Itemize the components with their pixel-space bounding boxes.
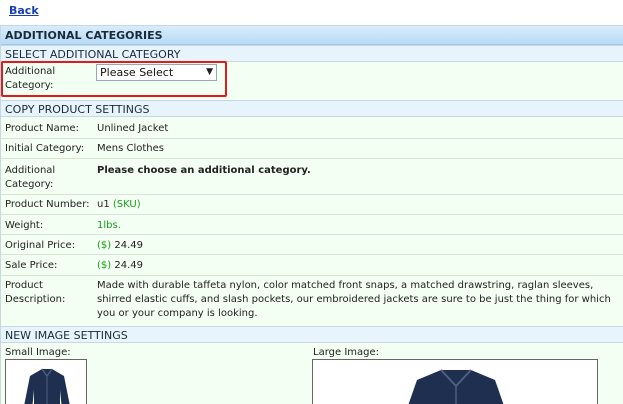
select-value: Please Select bbox=[100, 66, 174, 79]
select-category-header: SELECT ADDITIONAL CATEGORY bbox=[1, 45, 623, 62]
jacket-image bbox=[408, 369, 504, 404]
copy-settings-header-label: COPY PRODUCT SETTINGS bbox=[5, 103, 150, 116]
row-divider bbox=[1, 254, 623, 255]
currency-symbol: ($) bbox=[97, 240, 112, 251]
image-settings-header: NEW IMAGE SETTINGS bbox=[1, 326, 623, 343]
additional-category-copy-value: Please choose an additional category. bbox=[97, 165, 311, 176]
main-panel: ADDITIONAL CATEGORIES SELECT ADDITIONAL … bbox=[0, 25, 623, 404]
product-description-value: Made with durable taffeta nylon, color m… bbox=[97, 280, 611, 319]
small-image-preview[interactable] bbox=[5, 359, 87, 404]
row-divider bbox=[1, 234, 623, 235]
sale-price-label: Sale Price: bbox=[5, 260, 58, 271]
jacket-image bbox=[24, 368, 70, 404]
back-link[interactable]: Back bbox=[9, 4, 39, 17]
currency-symbol: ($) bbox=[97, 260, 112, 271]
page-title-bar: ADDITIONAL CATEGORIES bbox=[1, 26, 623, 45]
top-bar: Back bbox=[0, 0, 623, 25]
product-number-text: u1 bbox=[97, 199, 110, 210]
copy-settings-header: COPY PRODUCT SETTINGS bbox=[1, 100, 623, 117]
sale-price-amount: 24.49 bbox=[114, 260, 143, 271]
row-divider bbox=[1, 275, 623, 276]
large-image-label: Large Image: bbox=[313, 347, 380, 358]
initial-category-label: Initial Category: bbox=[5, 143, 85, 154]
row-divider bbox=[1, 214, 623, 215]
additional-category-select[interactable]: Please Select ▼ bbox=[96, 64, 217, 81]
product-name-label: Product Name: bbox=[5, 123, 80, 134]
additional-category-copy-label: Additional Category: bbox=[5, 165, 56, 190]
product-name-value: Unlined Jacket bbox=[97, 123, 169, 134]
sale-price-value: ($) 24.49 bbox=[97, 259, 143, 273]
product-description-label: Product Description: bbox=[5, 280, 66, 305]
select-category-header-label: SELECT ADDITIONAL CATEGORY bbox=[5, 48, 181, 61]
weight-value: 1lbs. bbox=[97, 220, 121, 231]
small-image-label: Small Image: bbox=[5, 347, 71, 358]
sku-tag: (SKU) bbox=[112, 199, 141, 210]
large-image-preview[interactable] bbox=[312, 359, 598, 404]
weight-label: Weight: bbox=[5, 220, 44, 231]
product-number-label: Product Number: bbox=[5, 199, 90, 210]
row-divider bbox=[1, 158, 623, 159]
page-title: ADDITIONAL CATEGORIES bbox=[5, 29, 163, 42]
chevron-down-icon: ▼ bbox=[206, 67, 213, 77]
original-price-label: Original Price: bbox=[5, 240, 76, 251]
product-number-value: u1 (SKU) bbox=[97, 198, 141, 212]
original-price-amount: 24.49 bbox=[114, 240, 143, 251]
image-settings-header-label: NEW IMAGE SETTINGS bbox=[5, 329, 128, 342]
initial-category-value: Mens Clothes bbox=[97, 143, 165, 154]
original-price-value: ($) 24.49 bbox=[97, 239, 143, 253]
row-divider bbox=[1, 138, 623, 139]
row-divider bbox=[1, 194, 623, 195]
additional-category-label: Additional Category: bbox=[5, 66, 56, 91]
